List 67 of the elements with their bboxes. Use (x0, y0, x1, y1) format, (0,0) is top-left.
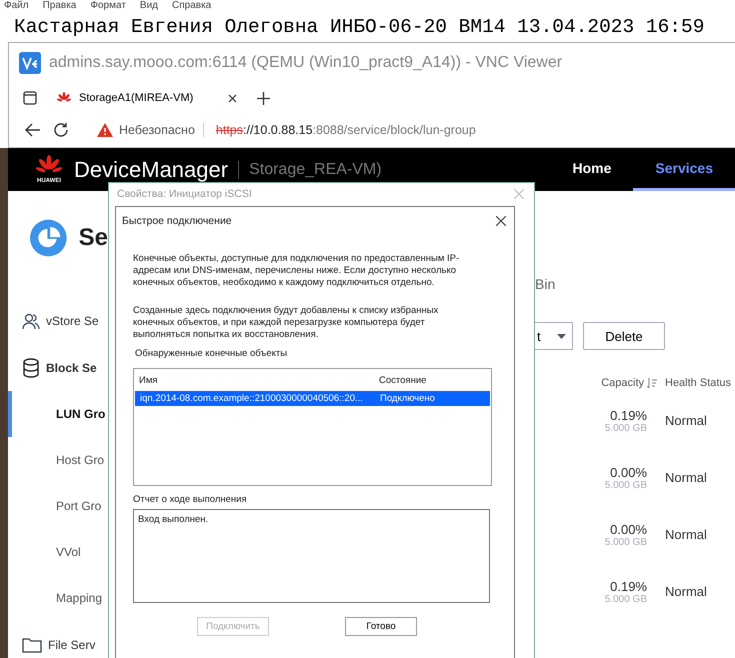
warning-icon (97, 123, 113, 137)
nav-tab[interactable]: Home (550, 148, 634, 191)
sidebar-section[interactable]: File Serv (8, 621, 108, 658)
sidebar-item[interactable]: Host Gro (8, 437, 108, 483)
reload-icon[interactable] (53, 122, 69, 138)
sort-icon[interactable] (647, 378, 657, 388)
database-icon (22, 358, 40, 378)
tab-label[interactable]: Bin (535, 276, 735, 294)
usage-percent: 0.19% (610, 408, 647, 422)
capacity-value: 5.000 GB (604, 594, 647, 604)
usage-percent: 0.19% (610, 578, 647, 594)
security-indicator[interactable]: Небезопасно (97, 123, 204, 137)
column-header[interactable]: Состояние (379, 374, 491, 386)
menu-item[interactable]: Вид (140, 0, 158, 12)
description-text: Созданные здесь подключения будут добавлены к списку избранных конечных объектов, и при каждой перезагрузке компьютера будет выполняться попытка их восстановления. (133, 305, 440, 341)
sidebar-section[interactable]: Block Se (8, 344, 108, 391)
app-logo-icon (19, 52, 41, 74)
nav-tab[interactable]: Services (633, 148, 735, 191)
sidebar-item[interactable]: Mapping (8, 575, 108, 621)
pie-chart-icon (30, 218, 67, 258)
flower-logo-icon (57, 92, 71, 104)
sidebar-item[interactable]: Port Gro (8, 483, 108, 529)
back-arrow-icon[interactable] (25, 123, 41, 137)
notepad-text: Кастарная Евгения Олеговна ИНБО-06-20 ВМ14 13.04.2023 16:59 (13, 15, 706, 40)
sidebar-item[interactable]: VVol (8, 529, 108, 575)
section-label: Отчет о ходе выполнения (133, 494, 248, 505)
progress-log-field[interactable]: Вход выполнен. (133, 509, 490, 603)
close-icon (496, 216, 506, 226)
health-status: Normal (664, 584, 708, 599)
capacity-value: 5.000 GB (604, 422, 647, 434)
folder-icon (22, 636, 42, 652)
health-status: Normal (664, 527, 708, 542)
page-title: Se (78, 224, 108, 252)
close-icon (514, 189, 524, 199)
description-text: Конечные объекты, доступные для подключения по предоставленным IP-адресам или DNS-именам, перечислены ниже. Если доступно несколько конечных объектов, необходимо к каждому подключиться отдельно. (133, 253, 460, 289)
health-status: Normal (664, 413, 708, 428)
target-row[interactable]: iqn.2014-08.com.example::2100030000040506::20... Подключено (135, 391, 490, 406)
address-bar-url[interactable]: https://10.0.88.15:8088/service/block/lun-group (216, 123, 476, 137)
usage-percent: 0.00% (610, 464, 647, 480)
caret-icon (557, 334, 566, 338)
column-header[interactable]: Health Status (657, 377, 735, 389)
dialog-button[interactable]: Готово (345, 617, 417, 636)
users-icon (22, 312, 40, 330)
dropdown-button[interactable]: t (535, 322, 573, 350)
capacity-value: 5.000 GB (604, 480, 647, 490)
menu-item[interactable]: Файл (4, 0, 29, 12)
sidebar-section[interactable]: vStore Se (8, 297, 108, 344)
capacity-value: 5.000 GB (604, 536, 647, 548)
health-status: Normal (664, 470, 708, 485)
dialog-title: Свойства: Инициатор iSCSI (117, 188, 252, 200)
column-header[interactable]: Имя (139, 374, 379, 386)
menu-item[interactable]: Правка (42, 0, 76, 12)
browser-tab[interactable]: StorageA1(MIREA-VM) (47, 88, 247, 108)
column-header[interactable]: Capacity (601, 377, 644, 389)
product-name: DeviceManager (74, 156, 228, 182)
tab-actions-icon[interactable] (23, 91, 37, 105)
usage-percent: 0.00% (610, 522, 647, 536)
menu-item[interactable]: Формат (90, 0, 126, 12)
section-label: Обнаруженные конечные объекты (134, 348, 288, 359)
close-button[interactable] (494, 216, 508, 226)
device-name: Storage_REA-VM) (238, 160, 382, 178)
dialog-title: Быстрое подключение (122, 215, 232, 227)
plus-icon[interactable] (257, 92, 270, 104)
menu-item[interactable]: Справка (172, 0, 212, 12)
delete-button[interactable]: Delete (583, 322, 665, 350)
window-title: admins.say.mooo.com:6114 (QEMU (Win10_pract9_A14)) - VNC Viewer (49, 54, 562, 72)
close-icon[interactable] (228, 94, 237, 102)
